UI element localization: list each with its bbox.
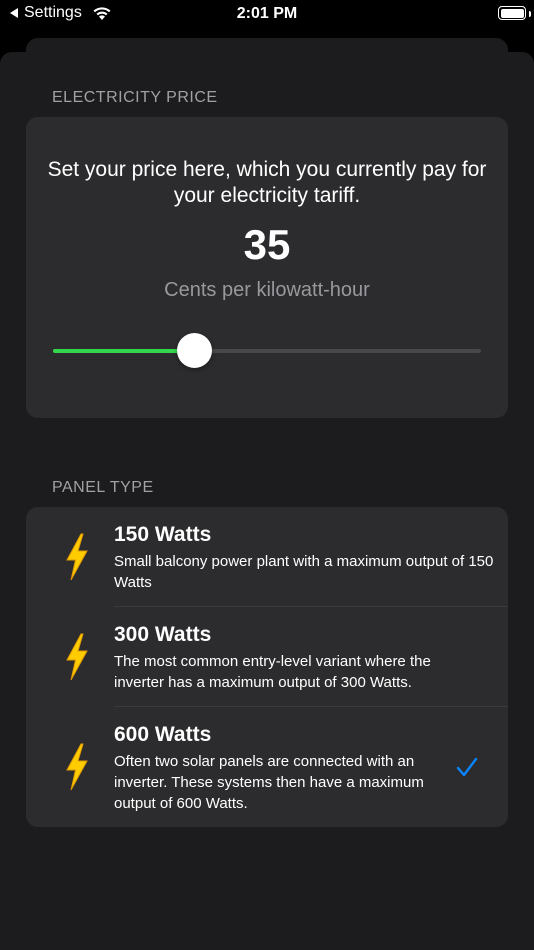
panel-type-card: 150 Watts Small balcony power plant with… bbox=[26, 507, 508, 827]
price-slider[interactable] bbox=[53, 333, 481, 369]
screen: Settings 2:01 PM ELECTRICITY PRICE Set y… bbox=[0, 0, 534, 950]
panel-option-description: Often two solar panels are connected wit… bbox=[114, 753, 424, 812]
panel-type-header: PANEL TYPE bbox=[52, 479, 154, 496]
price-value: 35 bbox=[243, 221, 291, 268]
battery-icon bbox=[498, 6, 526, 20]
electricity-price-header: ELECTRICITY PRICE bbox=[52, 89, 218, 106]
panel-option-description: Small balcony power plant with a maximum… bbox=[114, 553, 494, 591]
panel-option-title: 600 Watts bbox=[114, 723, 212, 746]
price-unit: Cents per kilowatt-hour bbox=[164, 279, 370, 301]
panel-option-title: 150 Watts bbox=[114, 523, 212, 546]
price-description: Set your price here, which you currently… bbox=[47, 158, 487, 207]
slider-thumb[interactable] bbox=[177, 333, 213, 368]
lightning-bolt-icon bbox=[66, 533, 88, 581]
panel-option-description: The most common entry-level variant wher… bbox=[114, 653, 431, 691]
electricity-price-card: Set your price here, which you currently… bbox=[26, 117, 508, 418]
panel-option-150-watts[interactable]: 150 Watts Small balcony power plant with… bbox=[26, 507, 508, 607]
panel-option-600-watts[interactable]: 600 Watts Often two solar panels are con… bbox=[26, 707, 508, 827]
slider-fill bbox=[53, 349, 195, 353]
panel-option-300-watts[interactable]: 300 Watts The most common entry-level va… bbox=[26, 607, 508, 707]
lightning-bolt-icon bbox=[66, 633, 88, 681]
battery-fill bbox=[500, 8, 524, 18]
lightning-bolt-icon bbox=[66, 743, 88, 791]
panel-option-title: 300 Watts bbox=[114, 623, 212, 646]
status-bar: Settings 2:01 PM bbox=[0, 0, 534, 30]
status-time: 2:01 PM bbox=[236, 5, 298, 22]
checkmark-icon bbox=[456, 757, 478, 777]
